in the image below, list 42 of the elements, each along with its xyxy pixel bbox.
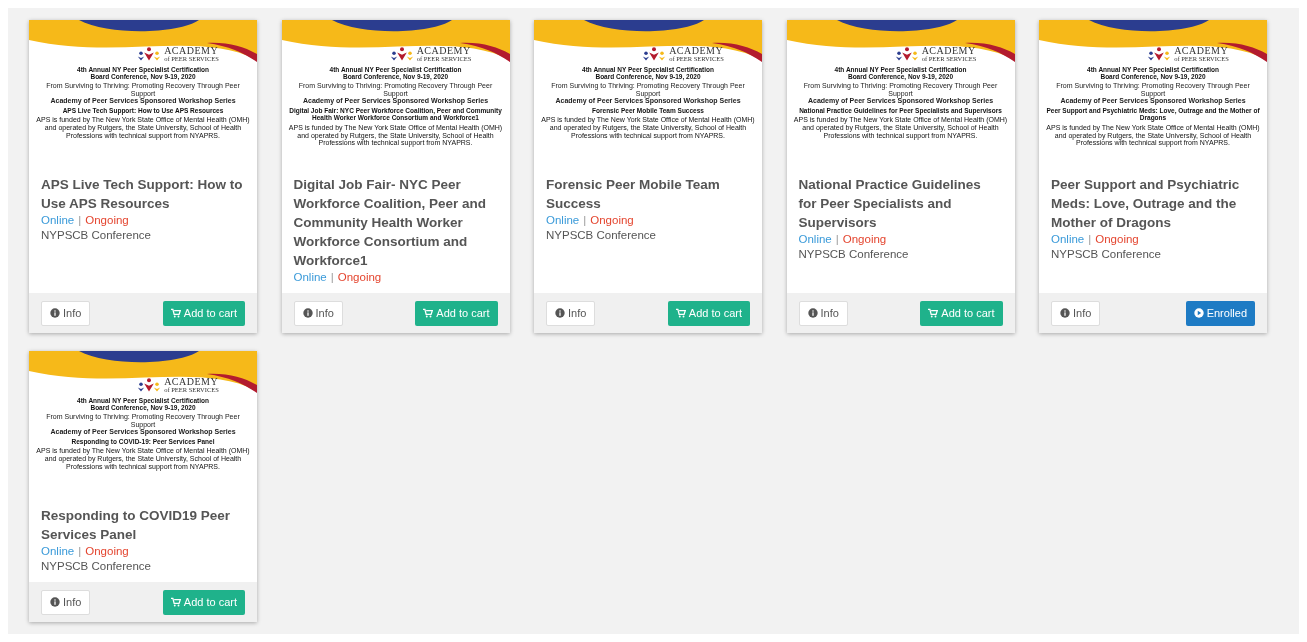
- course-category: NYPSCB Conference: [798, 247, 910, 262]
- delivery-mode: Online: [798, 232, 832, 247]
- delivery-mode: Online: [41, 544, 75, 559]
- course-status: Ongoing: [85, 213, 129, 228]
- info-button[interactable]: Info: [546, 300, 596, 326]
- logo-title: ACADEMY: [1174, 45, 1229, 56]
- course-status: Ongoing: [85, 544, 129, 559]
- course-status: Ongoing: [337, 270, 382, 285]
- logo-title: ACADEMY: [164, 376, 219, 387]
- course-category: NYPSCB Conference: [1051, 247, 1162, 262]
- info-button[interactable]: Info: [798, 300, 848, 326]
- enrolled-button[interactable]: Enrolled: [1185, 300, 1255, 326]
- info-button[interactable]: Info: [41, 589, 91, 615]
- course-category: NYPSCB Conference: [41, 228, 152, 243]
- course-title[interactable]: APS Live Tech Support: How to Use APS Resources: [41, 175, 245, 213]
- separator: |: [330, 270, 334, 285]
- separator: |: [835, 232, 839, 247]
- logo-title: ACADEMY: [416, 45, 472, 56]
- course-category: NYPSCB Conference: [546, 228, 657, 243]
- delivery-mode: Online: [546, 213, 580, 228]
- course-title[interactable]: National Practice Guidelines for Peer Specialists and Supervisors: [798, 175, 1003, 232]
- logo-title: ACADEMY: [164, 45, 219, 56]
- separator: |: [78, 213, 82, 228]
- delivery-mode: Online: [41, 213, 75, 228]
- course-title[interactable]: Digital Job Fair- NYC Peer Workforce Coalition, Peer and Community Health Worker Workforce Consortium and Workforce1: [293, 175, 498, 270]
- delivery-mode: Online: [293, 270, 327, 285]
- delivery-mode: Online: [1051, 232, 1085, 247]
- course-title[interactable]: Responding to COVID19 Peer Services Panel: [41, 506, 245, 544]
- course-status: Ongoing: [842, 232, 887, 247]
- separator: |: [78, 544, 82, 559]
- course-title[interactable]: Peer Support and Psychiatric Meds: Love, Outrage and the Mother of Dragons: [1051, 175, 1255, 232]
- course-title[interactable]: Forensic Peer Mobile Team Success: [546, 175, 750, 213]
- course-status: Ongoing: [590, 213, 634, 228]
- separator: |: [583, 213, 587, 228]
- logo-title: ACADEMY: [921, 45, 977, 56]
- separator: |: [1088, 232, 1092, 247]
- logo-title: ACADEMY: [669, 45, 724, 56]
- info-button[interactable]: Info: [293, 300, 343, 326]
- course-status: Ongoing: [1095, 232, 1139, 247]
- info-button[interactable]: Info: [41, 300, 91, 326]
- course-category: NYPSCB Conference: [41, 559, 152, 574]
- info-button[interactable]: Info: [1051, 300, 1101, 326]
